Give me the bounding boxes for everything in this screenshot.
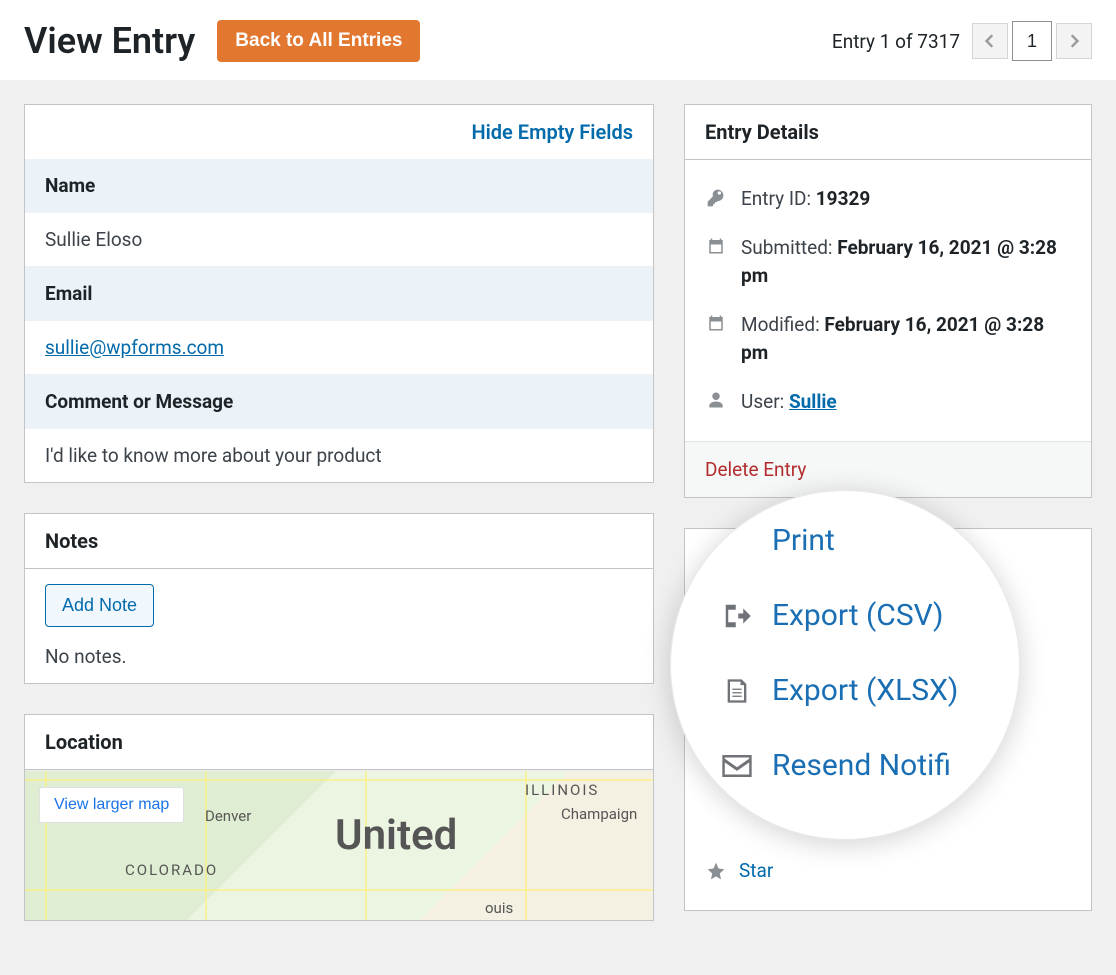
export-icon [720,601,754,631]
entry-id-text: Entry ID: 19329 [741,185,870,214]
zoom-resend-label: Resend Notifi [772,748,951,783]
pager-prev-button[interactable] [972,23,1008,59]
header-right: Entry 1 of 7317 [832,21,1092,61]
user-link[interactable]: Sullie [789,390,837,413]
back-to-entries-button[interactable]: Back to All Entries [217,20,420,62]
notes-title: Notes [45,529,98,553]
zoom-export-xlsx-action[interactable]: Export (XLSX) [720,673,990,708]
map-state-label: ILLINOIS [525,781,599,799]
add-note-button[interactable]: Add Note [45,584,154,627]
pager-input[interactable] [1012,21,1052,61]
notes-body: Add Note No notes. [25,569,653,683]
zoom-print-label: Print [772,523,835,558]
submitted-text: Submitted: February 16, 2021 @ 3:28 pm [741,234,1071,291]
notes-panel: Notes Add Note No notes. [24,513,654,684]
star-icon [705,861,727,881]
entry-details-panel: Entry Details Entry ID: 19329 Submitted:… [684,104,1092,498]
map-city-label: Champaign [561,805,637,823]
entry-count: Entry 1 of 7317 [832,30,960,53]
star-action[interactable]: Star [705,849,1071,892]
key-icon [705,188,727,208]
map-country-label: United [335,811,457,860]
zoom-resend-action[interactable]: Resend Notifi [720,748,990,783]
page-title: View Entry [24,20,195,62]
page-header: View Entry Back to All Entries Entry 1 o… [0,0,1116,80]
zoom-export-xlsx-label: Export (XLSX) [772,673,958,708]
entry-details-body: Entry ID: 19329 Submitted: February 16, … [685,160,1091,441]
location-header: Location [25,715,653,770]
zoom-export-csv-label: Export (CSV) [772,598,944,633]
pager-next-button[interactable] [1056,23,1092,59]
chevron-right-icon [1068,34,1080,48]
map-state-label: COLORADO [125,861,218,879]
hide-empty-fields-link[interactable]: Hide Empty Fields [25,105,653,159]
location-panel: Location United ILLINOIS Champaign Denve… [24,714,654,921]
view-larger-map-button[interactable]: View larger map [39,787,184,823]
entry-details-header: Entry Details [685,105,1091,160]
star-label: Star [739,859,773,882]
zoom-print-action[interactable]: Print [720,523,990,558]
user-icon [705,391,727,409]
zoom-overlay: Print Export (CSV) Export (XLSX) Resend … [670,490,1020,840]
entry-fields-panel: Hide Empty Fields Name Sullie Eloso Emai… [24,104,654,483]
delete-entry-link[interactable]: Delete Entry [685,441,1091,497]
user-text: User: Sullie [741,388,837,417]
field-label: Name [25,159,653,213]
field-value: sullie@wpforms.com [25,321,653,375]
user-row: User: Sullie [705,378,1071,427]
field-label: Comment or Message [25,375,653,429]
calendar-icon [705,237,727,255]
chevron-left-icon [984,34,996,48]
map[interactable]: United ILLINOIS Champaign Denver COLORAD… [25,770,653,920]
map-city-label: Denver [205,807,251,825]
email-link[interactable]: sullie@wpforms.com [45,336,224,359]
field-label: Email [25,267,653,321]
notes-header: Notes [25,514,653,569]
entry-id-row: Entry ID: 19329 [705,175,1071,224]
envelope-icon [720,755,754,777]
field-value: I'd like to know more about your product [25,429,653,482]
calendar-icon [705,314,727,332]
field-value: Sullie Eloso [25,213,653,267]
submitted-row: Submitted: February 16, 2021 @ 3:28 pm [705,224,1071,301]
pager [972,21,1092,61]
zoom-export-csv-action[interactable]: Export (CSV) [720,598,990,633]
entry-details-title: Entry Details [705,120,819,144]
modified-row: Modified: February 16, 2021 @ 3:28 pm [705,301,1071,378]
map-city-label: ouis [485,899,513,917]
main-column: Hide Empty Fields Name Sullie Eloso Emai… [24,104,654,951]
location-title: Location [45,730,123,754]
file-icon [720,676,754,706]
no-notes-text: No notes. [45,645,633,668]
modified-text: Modified: February 16, 2021 @ 3:28 pm [741,311,1071,368]
